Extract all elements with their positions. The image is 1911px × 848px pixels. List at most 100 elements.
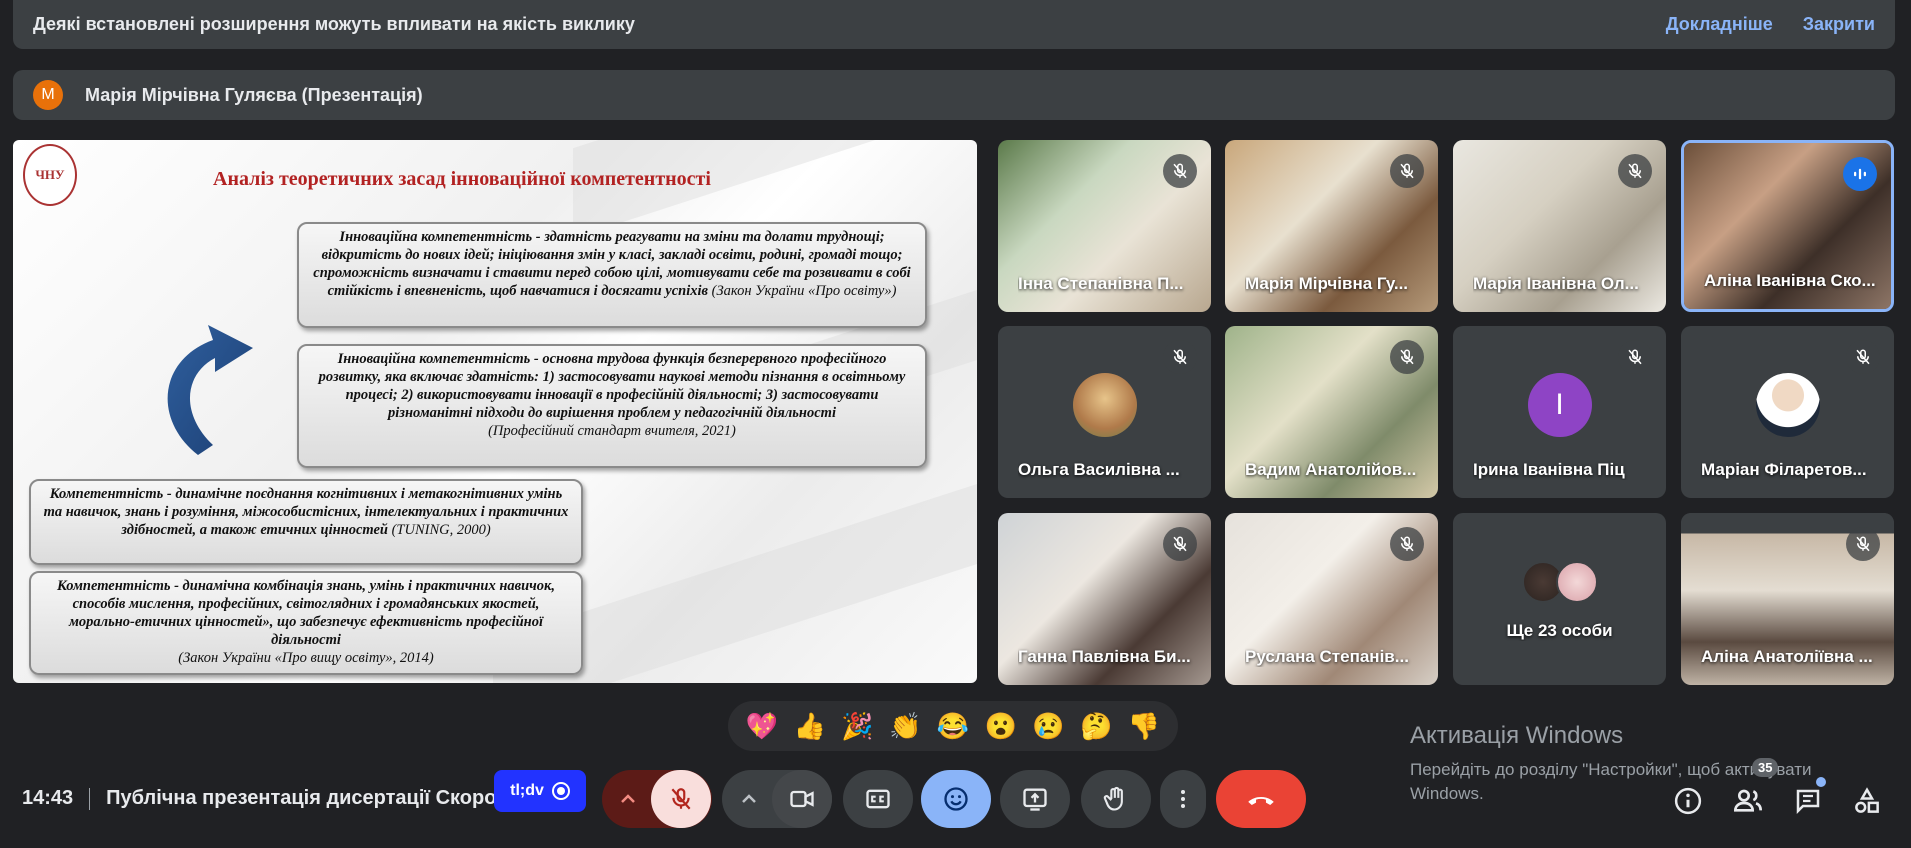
reactions-bar: 💖 👍 🎉 👏 😂 😮 😢 🤔 👎: [728, 701, 1178, 751]
participant-tile[interactable]: Маріан Філаретов...: [1681, 326, 1894, 498]
microphone-toggle-button[interactable]: [651, 770, 711, 828]
unread-indicator: [1816, 777, 1826, 787]
participant-name: Марія Мірчівна Гу...: [1245, 274, 1409, 293]
slide-title: Аналіз теоретичних засад інноваційної ко…: [213, 168, 711, 190]
muted-indicator: [1163, 340, 1197, 374]
mic-off-icon: [1173, 349, 1187, 365]
participant-name: Руслана Степанів...: [1245, 647, 1409, 666]
presenter-bar: M Марія Мірчівна Гуляєва (Презентація): [13, 70, 1895, 120]
participant-tile[interactable]: Руслана Степанів...: [1225, 513, 1438, 685]
participant-tile[interactable]: Марія Іванівна Ол...: [1453, 140, 1666, 312]
participant-name: Інна Степанівна П...: [1018, 274, 1184, 293]
participant-tile[interactable]: Ганна Павлівна Би...: [998, 513, 1211, 685]
mic-off-icon: [1400, 163, 1414, 179]
banner-message: Деякі встановлені розширення можуть впли…: [33, 14, 635, 34]
participant-tile[interactable]: Вадим Анатолійов...: [1225, 326, 1438, 498]
people-icon: [1733, 789, 1762, 812]
definition-source: (TUNING, 2000): [387, 522, 491, 538]
reaction-emoji[interactable]: 👏: [889, 711, 921, 742]
participant-tile[interactable]: Марія Мірчівна Гу...: [1225, 140, 1438, 312]
divider: [89, 787, 91, 810]
participant-tile[interactable]: Ще 23 особи: [1453, 513, 1666, 685]
participant-tile[interactable]: Інна Степанівна П...: [998, 140, 1211, 312]
activities-icon: [1855, 787, 1879, 813]
mic-off-icon: [1400, 349, 1414, 365]
presentation-slide: ЧНУ Аналіз теоретичних засад інноваційно…: [13, 140, 977, 683]
definition-text: Компетентність - динамічна комбінація зн…: [56, 578, 556, 648]
reactions-button[interactable]: [921, 770, 991, 828]
definition-source: (Закон України «Про освіту»): [707, 283, 897, 299]
definition-text: Інноваційна компетентність - основна тру…: [318, 351, 906, 421]
leave-call-button[interactable]: [1216, 770, 1306, 828]
muted-indicator: [1618, 340, 1652, 374]
clock: 14:43: [22, 787, 74, 809]
participant-tile[interactable]: I Ірина Іванівна Піц: [1453, 326, 1666, 498]
learn-more-link[interactable]: Докладніше: [1666, 14, 1773, 35]
participant-name: Ще 23 особи: [1506, 621, 1613, 640]
meeting-info: 14:43 Публічна презентація дисертації Ск…: [22, 787, 496, 810]
meeting-details-button[interactable]: [1667, 780, 1709, 822]
participant-name: Вадим Анатолійов...: [1245, 460, 1417, 479]
hand-icon: [1103, 786, 1123, 811]
people-button[interactable]: [1727, 780, 1769, 822]
meeting-title: Публічна презентація дисертації Скоролі: [106, 787, 497, 809]
definition-box-1: Інноваційна компетентність - здатність р…: [297, 222, 927, 328]
info-icon: [1674, 787, 1702, 815]
definition-source: (Закон України «Про вищу освіту», 2014): [178, 650, 434, 666]
captions-icon: [866, 789, 890, 809]
definition-box-3: Компетентність - динамічне поєднання ког…: [29, 479, 583, 565]
more-options-button[interactable]: [1160, 770, 1206, 828]
end-call-icon: [1248, 797, 1274, 805]
mic-off-icon: [1628, 349, 1642, 365]
definition-source: (Професійний стандарт вчителя, 2021): [488, 423, 736, 439]
reaction-emoji[interactable]: 💖: [746, 711, 778, 742]
chat-icon: [1796, 789, 1820, 815]
tldv-recorder-button[interactable]: tl;dv: [494, 770, 586, 812]
raise-hand-button[interactable]: [1081, 770, 1151, 828]
record-icon: [551, 782, 570, 800]
present-screen-icon: [1023, 788, 1047, 811]
university-logo: ЧНУ: [23, 144, 77, 206]
tldv-label: tl;dv: [510, 782, 544, 799]
mic-off-icon: [1173, 163, 1187, 179]
activation-heading: Активація Windows: [1410, 722, 1624, 749]
participant-count-badge: 35: [1752, 758, 1779, 777]
participant-tile[interactable]: Аліна Анатоліївна ...: [1681, 513, 1894, 685]
activities-button[interactable]: [1846, 780, 1888, 822]
camera-icon: [790, 790, 814, 808]
present-screen-button[interactable]: [1000, 770, 1070, 828]
participant-name: Аліна Анатоліївна ...: [1701, 647, 1873, 666]
reaction-emoji[interactable]: 😮: [985, 711, 1017, 742]
participant-name: Ольга Василівна ...: [1018, 460, 1180, 479]
participant-name: Аліна Іванівна Ско...: [1704, 271, 1876, 290]
participant-name: Ганна Павлівна Би...: [1018, 647, 1191, 666]
emoji-icon: [944, 787, 968, 811]
camera-toggle-button[interactable]: [772, 770, 832, 828]
close-banner-button[interactable]: Закрити: [1803, 14, 1875, 35]
chevron-up-icon: [742, 794, 756, 803]
definition-box-4: Компетентність - динамічна комбінація зн…: [29, 571, 583, 675]
muted-indicator: [1390, 340, 1424, 374]
participant-avatar: [1072, 373, 1137, 438]
reaction-emoji[interactable]: 😢: [1032, 711, 1064, 742]
reaction-emoji[interactable]: 🎉: [841, 711, 873, 742]
speaking-indicator: [1843, 157, 1877, 191]
mic-off-icon: [1856, 536, 1870, 552]
muted-indicator: [1846, 527, 1880, 561]
reaction-emoji[interactable]: 😂: [937, 711, 969, 742]
participant-name: Марія Іванівна Ол...: [1473, 274, 1639, 293]
reaction-emoji[interactable]: 👎: [1128, 711, 1160, 742]
captions-button[interactable]: [843, 770, 913, 828]
mic-off-icon: [671, 788, 691, 810]
presenter-name: Марія Мірчівна Гуляєва (Презентація): [85, 84, 423, 105]
reaction-emoji[interactable]: 👍: [793, 711, 825, 742]
participant-avatar: [1755, 373, 1820, 438]
participant-tile[interactable]: Ольга Василівна ...: [998, 326, 1211, 498]
reaction-emoji[interactable]: 🤔: [1080, 711, 1112, 742]
participant-tile[interactable]: Аліна Іванівна Ско...: [1681, 140, 1894, 312]
activation-subtext: Перейдіть до розділу "Настройки", щоб ак…: [1410, 760, 1812, 803]
muted-indicator: [1390, 527, 1424, 561]
windows-activation-watermark: Активація Windows Перейдіть до розділу "…: [1410, 722, 1850, 806]
muted-indicator: [1618, 154, 1652, 188]
muted-indicator: [1163, 527, 1197, 561]
